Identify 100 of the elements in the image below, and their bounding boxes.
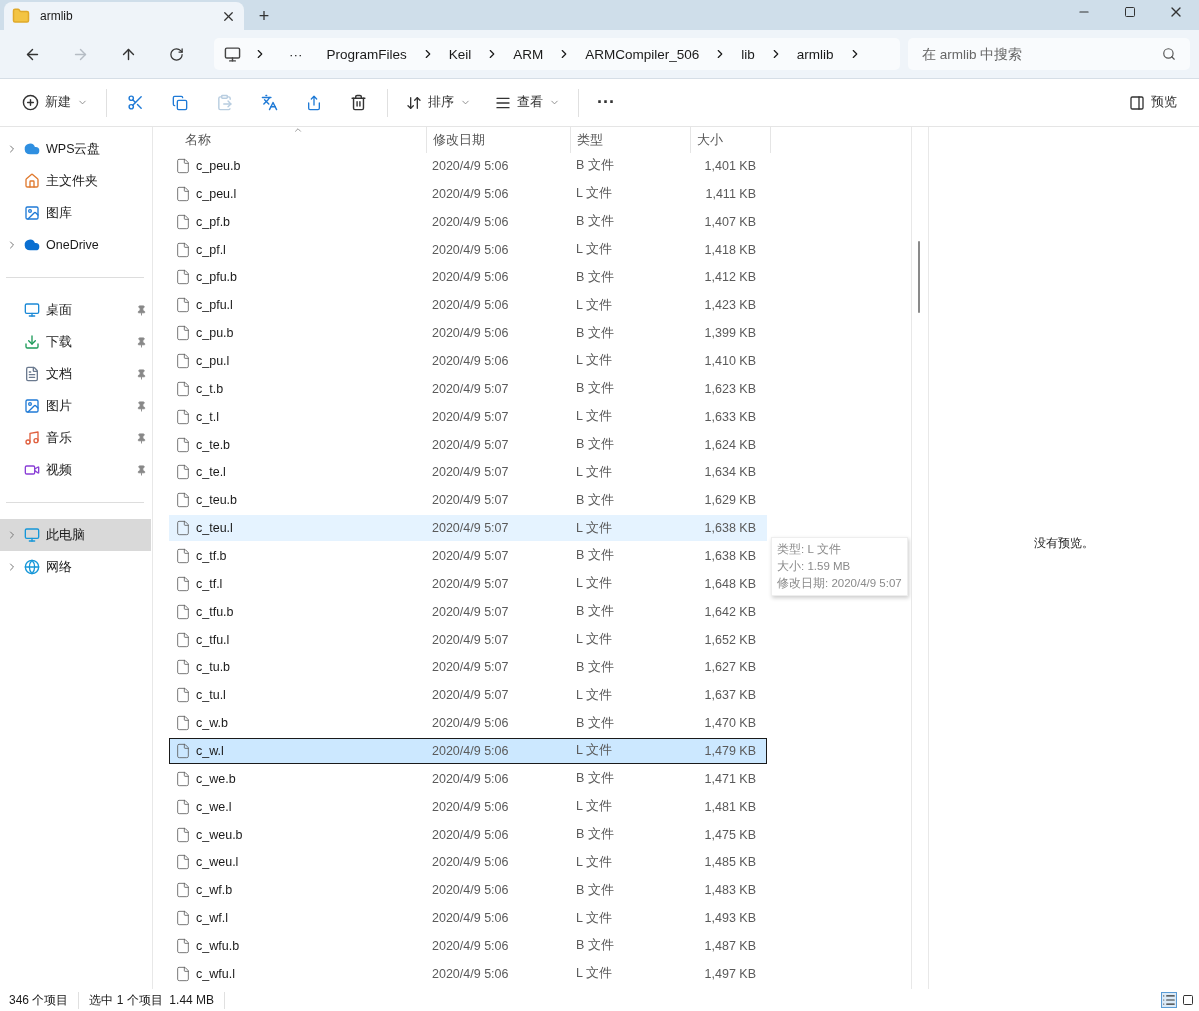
type-cell-text: B 文件 (576, 826, 615, 844)
sidebar-item[interactable]: 网络 (0, 551, 151, 583)
file-row[interactable]: c_tu.b 2020/4/9 5:07 B 文件 1,627 KB (169, 654, 767, 681)
sidebar-item[interactable]: 视频 (0, 454, 151, 486)
column-header[interactable]: 大小 (691, 127, 771, 153)
download-icon (24, 334, 40, 350)
file-row[interactable]: c_w.l 2020/4/9 5:06 L 文件 1,479 KB (169, 738, 767, 764)
file-row[interactable]: c_we.b 2020/4/9 5:06 B 文件 1,471 KB (169, 765, 767, 792)
image-icon (24, 398, 40, 414)
type-cell-text: B 文件 (576, 658, 615, 676)
file-row[interactable]: c_w.b 2020/4/9 5:06 B 文件 1,470 KB (169, 710, 767, 737)
new-button[interactable]: 新建 (10, 85, 100, 120)
file-row[interactable]: c_tu.l 2020/4/9 5:07 L 文件 1,637 KB (169, 682, 767, 709)
type-cell-text: L 文件 (576, 631, 613, 649)
file-row[interactable]: c_wf.b 2020/4/9 5:06 B 文件 1,483 KB (169, 877, 767, 904)
type-cell-text: L 文件 (576, 575, 613, 593)
breadcrumb[interactable]: Keil (438, 46, 482, 62)
date-cell-text: 2020/4/9 5:07 (432, 409, 510, 424)
address-bar[interactable]: ··· ProgramFiles Keil ARM ARMCompiler_506 lib armlib (214, 38, 900, 70)
size-cell-text: 1,418 KB (703, 242, 756, 257)
file-icon (175, 157, 191, 174)
file-name: c_te.l (196, 465, 227, 480)
file-row[interactable]: c_te.b 2020/4/9 5:07 B 文件 1,624 KB (169, 431, 767, 458)
date-cell-text: 2020/4/9 5:06 (432, 353, 510, 368)
overflow-button[interactable]: ··· (279, 46, 313, 62)
file-row[interactable]: c_peu.b 2020/4/9 5:06 B 文件 1,401 KB (169, 153, 767, 179)
file-row[interactable]: c_pfu.l 2020/4/9 5:06 L 文件 1,423 KB (169, 292, 767, 319)
file-row[interactable]: c_we.l 2020/4/9 5:06 L 文件 1,481 KB (169, 793, 767, 820)
column-header[interactable]: 名称 (169, 127, 427, 153)
column-header[interactable]: 类型 (571, 127, 691, 153)
file-icon (175, 520, 191, 537)
file-row[interactable]: c_pfu.b 2020/4/9 5:06 B 文件 1,412 KB (169, 264, 767, 291)
file-row[interactable]: c_pu.b 2020/4/9 5:06 B 文件 1,399 KB (169, 320, 767, 346)
file-row[interactable]: c_te.l 2020/4/9 5:07 L 文件 1,634 KB (169, 459, 767, 486)
file-icon (175, 575, 191, 592)
file-name: c_we.b (196, 771, 237, 786)
type-cell-text: B 文件 (576, 436, 615, 453)
size-cell-text: 1,479 KB (703, 743, 756, 758)
more-button[interactable]: ··· (585, 85, 627, 120)
file-row[interactable]: c_tf.b 2020/4/9 5:07 B 文件 1,638 KB (169, 543, 767, 569)
file-name: c_te.b (196, 437, 232, 452)
sort-button[interactable]: 排序 (394, 85, 483, 120)
date-cell-text: 2020/4/9 5:06 (432, 883, 510, 898)
search-field[interactable]: 在 armlib 中搜索 (908, 38, 1190, 70)
sidebar-item[interactable]: OneDrive (0, 229, 151, 261)
file-icon (175, 659, 191, 676)
file-row[interactable]: c_wfu.l 2020/4/9 5:06 L 文件 1,497 KB (169, 960, 767, 987)
file-row[interactable]: c_pu.l 2020/4/9 5:06 L 文件 1,410 KB (169, 348, 767, 374)
column-header[interactable]: 修改日期 (427, 127, 571, 153)
file-icon (175, 742, 191, 759)
breadcrumb[interactable]: armlib (786, 46, 844, 62)
item-count: 346 个项目 (9, 991, 80, 1009)
breadcrumb[interactable]: ProgramFiles (316, 46, 417, 62)
tiles-view-button[interactable] (1181, 992, 1195, 1008)
sidebar-item[interactable]: WPS云盘 (0, 133, 151, 165)
sidebar-item[interactable]: 下载 (0, 326, 151, 358)
sidebar-item[interactable]: 此电脑 (0, 519, 151, 551)
file-row[interactable]: c_t.l 2020/4/9 5:07 L 文件 1,633 KB (169, 403, 767, 430)
sidebar-item[interactable]: 图库 (0, 197, 151, 229)
file-row[interactable]: c_pf.b 2020/4/9 5:06 B 文件 1,407 KB (169, 208, 767, 235)
tab-title: armlib (40, 9, 74, 23)
file-row[interactable]: c_weu.b 2020/4/9 5:06 B 文件 1,475 KB (169, 821, 767, 848)
breadcrumb[interactable]: ARM (503, 46, 554, 62)
rename-icon (261, 94, 278, 111)
size-cell-text: 1,493 KB (703, 911, 756, 926)
sidebar-item[interactable]: 主文件夹 (0, 165, 151, 197)
sidebar-item[interactable]: 图片 (0, 390, 151, 422)
size-cell-text: 1,410 KB (703, 353, 756, 368)
new-tab-button[interactable]: + (244, 2, 284, 30)
date-cell-text: 2020/4/9 5:06 (432, 270, 510, 285)
sidebar-item[interactable]: 桌面 (0, 294, 151, 326)
file-name: c_peu.l (196, 186, 238, 201)
file-row[interactable]: c_tf.l 2020/4/9 5:07 L 文件 1,648 KB (169, 570, 767, 597)
type-cell-text: B 文件 (576, 324, 615, 342)
file-row[interactable]: c_wf.l 2020/4/9 5:06 L 文件 1,493 KB (169, 905, 767, 932)
file-row[interactable]: c_tfu.b 2020/4/9 5:07 B 文件 1,642 KB (169, 598, 767, 625)
file-row[interactable]: c_t.b 2020/4/9 5:07 B 文件 1,623 KB (169, 375, 767, 402)
file-row[interactable]: c_peu.l 2020/4/9 5:06 L 文件 1,411 KB (169, 180, 767, 207)
window-tab[interactable]: armlib (4, 2, 244, 30)
view-button[interactable]: 查看 (483, 85, 572, 120)
file-name: c_pfu.b (196, 270, 238, 285)
file-row[interactable]: c_pf.l 2020/4/9 5:06 L 文件 1,418 KB (169, 236, 767, 263)
file-row[interactable]: c_weu.l 2020/4/9 5:06 L 文件 1,485 KB (169, 849, 767, 876)
scrollbar-thumb[interactable] (918, 241, 920, 313)
breadcrumb[interactable]: ARMCompiler_506 (575, 46, 710, 62)
monitor-icon (224, 45, 241, 63)
sidebar-item[interactable]: 文档 (0, 358, 151, 390)
details-view-button[interactable] (1161, 992, 1177, 1008)
sidebar-item[interactable]: 音乐 (0, 422, 151, 454)
size-cell-text: 1,412 KB (703, 270, 756, 285)
file-icon (175, 854, 191, 871)
file-row[interactable]: c_teu.l 2020/4/9 5:07 L 文件 1,638 KB (169, 515, 767, 542)
preview-button[interactable]: 预览 (1117, 85, 1189, 120)
file-row[interactable]: c_wfu.b 2020/4/9 5:06 B 文件 1,487 KB (169, 933, 767, 959)
file-row[interactable]: c_tfu.l 2020/4/9 5:07 L 文件 1,652 KB (169, 626, 767, 653)
file-name: c_pu.l (196, 353, 231, 368)
breadcrumb[interactable]: lib (731, 46, 765, 62)
date-cell-text: 2020/4/9 5:06 (432, 743, 510, 758)
size-cell-text: 1,471 KB (703, 771, 756, 786)
file-row[interactable]: c_teu.b 2020/4/9 5:07 B 文件 1,629 KB (169, 487, 767, 514)
